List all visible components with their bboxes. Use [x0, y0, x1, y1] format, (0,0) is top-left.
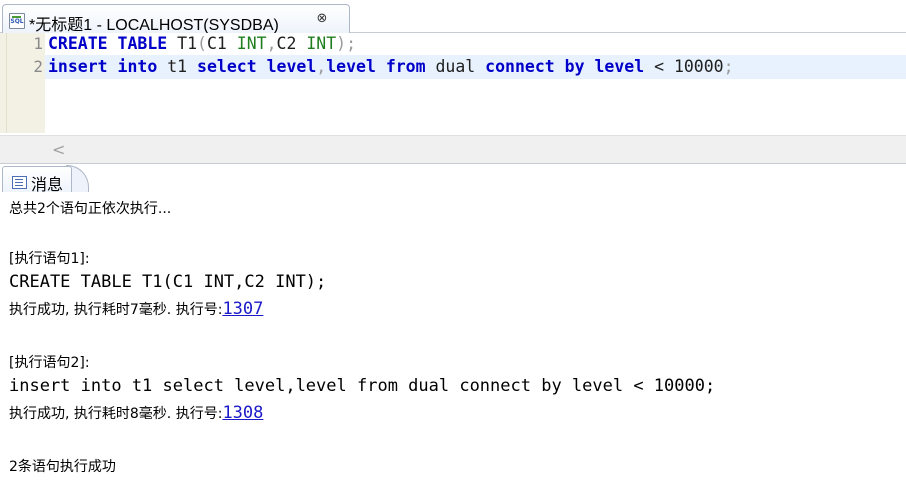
final-status: 2条语句执行成功 [9, 459, 116, 475]
comparison-value: < 10000 [644, 57, 724, 76]
statement1-header: [执行语句1]: [9, 251, 90, 267]
close-icon[interactable]: ⊗ [315, 12, 329, 26]
identifier-c2: C2 [276, 34, 307, 53]
keyword-level: level [594, 57, 645, 76]
keyword-level: level [266, 57, 317, 76]
statement1-result-text: 执行成功, 执行耗时7毫秒. 执行号: [9, 302, 223, 318]
statement1-result: 执行成功, 执行耗时7毫秒. 执行号:1307 [9, 299, 263, 319]
line-number-gutter: 1 2 [7, 33, 45, 133]
code-area[interactable]: CREATE TABLE T1(C1 INT,C2 INT); insert i… [45, 33, 906, 133]
statement2-result-text: 执行成功, 执行耗时8毫秒. 执行号: [9, 406, 223, 422]
sql-file-icon: SQL [9, 13, 25, 29]
identifier-t1: T1 [167, 34, 198, 53]
statement2-sql: insert into t1 select level,level from d… [9, 376, 716, 396]
keyword-from: from [385, 57, 426, 76]
sql-editor[interactable]: 1 2 CREATE TABLE T1(C1 INT,C2 INT); inse… [0, 33, 906, 133]
summary-text: 总共2个语句正依次执行... [9, 201, 172, 217]
horizontal-scrollbar[interactable]: < [0, 135, 906, 164]
comma: , [316, 57, 327, 76]
keyword-connect: connect [485, 57, 555, 76]
keyword-select: select [197, 57, 257, 76]
editor-tab-bar: SQL *无标题1 - LOCALHOST(SYSDBA) ⊗ [0, 0, 906, 34]
identifier-c1: C1 [206, 34, 237, 53]
line-number-2: 2 [33, 57, 43, 76]
type-int: INT [306, 34, 337, 53]
type-int: INT [236, 34, 267, 53]
statement2-header: [执行语句2]: [9, 355, 90, 371]
sql-icon-label: SQL [10, 18, 24, 25]
identifier-t1: t1 [157, 57, 198, 76]
semicolon: ; [723, 57, 734, 76]
messages-output: 总共2个语句正依次执行... [执行语句1]: CREATE TABLE T1(… [0, 192, 906, 480]
keyword-level: level [326, 57, 376, 76]
identifier-dual: dual [425, 57, 486, 76]
code-line-1[interactable]: CREATE TABLE T1(C1 INT,C2 INT); [48, 32, 356, 56]
close-paren-semicolon: ); [336, 34, 357, 53]
keyword-create: CREATE [48, 34, 108, 53]
code-line-2[interactable]: insert into t1 select level,level from d… [45, 55, 906, 79]
keyword-insert: insert [48, 57, 108, 76]
editor-tab[interactable]: SQL *无标题1 - LOCALHOST(SYSDBA) ⊗ [2, 4, 350, 34]
keyword-into: into [117, 57, 158, 76]
messages-tab[interactable]: 消息 [2, 166, 72, 194]
statement1-sql: CREATE TABLE T1(C1 INT,C2 INT); [9, 272, 327, 292]
scroll-left-icon[interactable]: < [52, 140, 65, 159]
keyword-table: TABLE [117, 34, 168, 53]
open-paren: ( [197, 34, 207, 53]
messages-tab-bar: 消息 [0, 163, 906, 194]
statement2-exec-no-link[interactable]: 1308 [222, 403, 263, 423]
statement2-result: 执行成功, 执行耗时8毫秒. 执行号:1308 [9, 403, 263, 423]
editor-ruler [0, 33, 7, 133]
line-number-1: 1 [33, 34, 43, 53]
message-icon [12, 176, 27, 189]
keyword-by: by [564, 57, 585, 76]
statement1-exec-no-link[interactable]: 1307 [222, 299, 263, 319]
comma: , [266, 34, 277, 53]
